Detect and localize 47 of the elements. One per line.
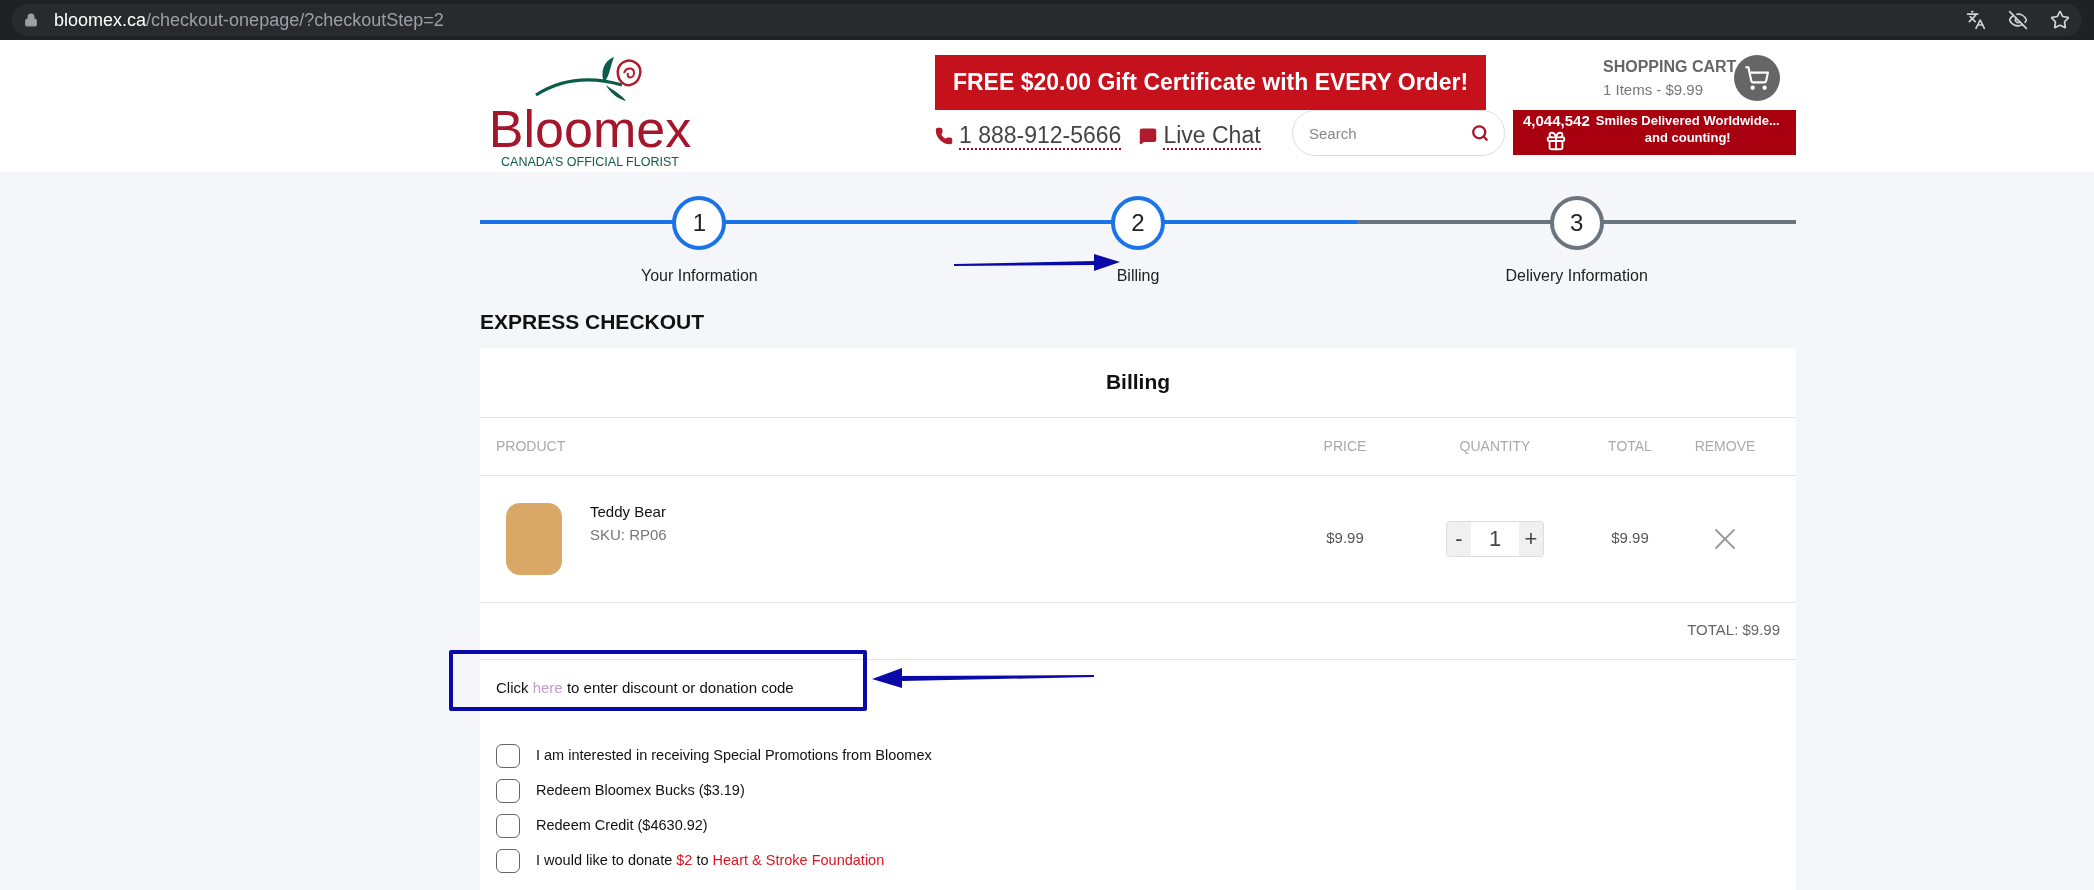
- discount-prompt: Click here to enter discount or donation code: [496, 678, 794, 699]
- column-header: PRODUCT: [496, 436, 567, 456]
- live-chat-link[interactable]: Live Chat: [1163, 122, 1261, 150]
- option-label: I am interested in receiving Special Promotions from Bloomex: [536, 745, 932, 765]
- column-header: TOTAL: [1608, 436, 1652, 456]
- decrement-button[interactable]: -: [1447, 521, 1471, 556]
- search-field[interactable]: Search: [1292, 110, 1505, 156]
- step-label: Your Information: [640, 266, 758, 286]
- phone-link[interactable]: 1 888-912-5666: [959, 122, 1122, 150]
- cart-icon[interactable]: [1734, 55, 1781, 101]
- bookmark-star-icon[interactable]: [2050, 10, 2070, 30]
- lock-icon: [24, 13, 38, 27]
- logo-tagline: CANADA’S OFFICIAL FLORIST: [501, 155, 679, 169]
- promo-banner[interactable]: FREE $20.00 Gift Certificate with EVERY Order!: [935, 55, 1486, 110]
- card-title: Billing: [480, 347, 1796, 418]
- section-title: EXPRESS CHECKOUT: [480, 309, 706, 335]
- option-label: I would like to donate $2 to Heart & Stroke Foundation: [536, 850, 885, 870]
- product-sku: SKU: RP06: [590, 524, 667, 545]
- checkbox[interactable]: [496, 813, 520, 838]
- option-label: Redeem Credit ($4630.92): [536, 815, 708, 835]
- cart-summary: 1 Items - $9.99: [1603, 80, 1705, 100]
- column-header: QUANTITY: [1459, 436, 1531, 456]
- checkbox[interactable]: [496, 778, 520, 803]
- phone-icon: [935, 127, 953, 145]
- search-icon[interactable]: [1471, 124, 1489, 142]
- logo-wordmark: Bloomex: [488, 103, 692, 155]
- order-total: TOTAL: $9.99: [1687, 620, 1780, 641]
- column-header: REMOVE: [1694, 436, 1756, 456]
- chat-icon: [1139, 127, 1158, 145]
- step-label: Billing: [1116, 266, 1160, 286]
- checkbox[interactable]: [496, 743, 520, 768]
- price-cell-text: $9.99: [1326, 528, 1364, 549]
- checkbox[interactable]: [496, 848, 520, 873]
- product-name: Teddy Bear: [590, 502, 667, 522]
- translate-icon[interactable]: [1966, 10, 1986, 30]
- increment-button[interactable]: +: [1519, 521, 1543, 556]
- quantity-value[interactable]: 1: [1471, 521, 1519, 556]
- step-label: Delivery Information: [1505, 266, 1648, 286]
- smiles-count: 4,044,542: [1523, 112, 1590, 130]
- column-header: PRICE: [1323, 436, 1367, 456]
- cart-title[interactable]: SHOPPING CART: [1603, 55, 1737, 79]
- smiles-caption: and counting!: [1644, 130, 1731, 146]
- smiles-caption: Smiles Delivered Worldwide...: [1595, 112, 1780, 130]
- option-label: Redeem Bloomex Bucks ($3.19): [536, 780, 745, 800]
- total-cell-text: $9.99: [1611, 528, 1649, 549]
- address-bar-url[interactable]: bloomex.ca/checkout-onepage/?checkoutStep=2: [54, 6, 444, 34]
- eye-off-icon[interactable]: [2008, 10, 2028, 30]
